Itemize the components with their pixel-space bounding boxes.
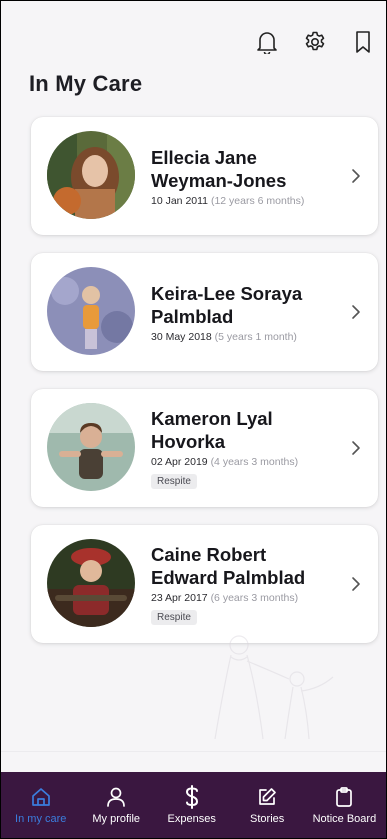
child-age: (6 years 3 months) xyxy=(210,592,299,604)
child-dob-line: 10 Jan 2011 (12 years 6 months) xyxy=(151,195,338,207)
child-card[interactable]: Ellecia Jane Weyman-Jones 10 Jan 2011 (1… xyxy=(31,117,378,235)
child-card[interactable]: Caine Robert Edward Palmblad 23 Apr 2017… xyxy=(31,525,378,643)
child-dob-line: 02 Apr 2019 (4 years 3 months) xyxy=(151,456,338,468)
child-avatar xyxy=(47,131,135,219)
home-icon xyxy=(29,785,53,809)
child-dob: 02 Apr 2019 xyxy=(151,456,208,468)
chevron-right-icon xyxy=(352,305,360,319)
gear-icon[interactable] xyxy=(302,28,328,56)
child-dob-line: 30 May 2018 (5 years 1 month) xyxy=(151,331,338,343)
child-age: (12 years 6 months) xyxy=(210,194,305,207)
header-actions xyxy=(254,28,376,56)
clipboard-icon xyxy=(332,785,356,809)
child-name: Caine Robert Edward Palmblad xyxy=(151,544,306,588)
app-screen: In My Care Ellecia Jane Weyman-Jones 10 … xyxy=(0,0,387,839)
child-dob-line: 23 Apr 2017 (6 years 3 months) xyxy=(151,592,338,604)
nav-label: Expenses xyxy=(167,813,216,825)
child-info: Keira-Lee Soraya Palmblad 30 May 2018 (5… xyxy=(151,253,338,371)
child-avatar xyxy=(47,267,135,355)
child-dob: 23 Apr 2017 xyxy=(151,592,208,604)
child-dob: 10 Jan 2011 xyxy=(151,194,209,207)
nav-expenses[interactable]: Expenses xyxy=(162,785,222,825)
chevron-right-icon xyxy=(352,441,360,455)
nav-label: In my care xyxy=(15,813,67,825)
child-age: (4 years 3 months) xyxy=(210,456,299,468)
child-avatar xyxy=(47,403,135,491)
child-age: (5 years 1 month) xyxy=(214,330,297,343)
child-name: Ellecia Jane Weyman-Jones xyxy=(151,146,287,191)
child-name: Keira-Lee Soraya Palmblad xyxy=(151,282,303,327)
child-dob: 30 May 2018 xyxy=(151,330,212,343)
child-info: Kameron Lyal Hovorka 02 Apr 2019 (4 year… xyxy=(151,389,338,507)
bell-icon[interactable] xyxy=(254,28,280,56)
nav-notice-board[interactable]: Notice Board xyxy=(312,785,377,825)
child-info: Caine Robert Edward Palmblad 23 Apr 2017… xyxy=(151,525,338,643)
edit-icon xyxy=(255,785,279,809)
child-info: Ellecia Jane Weyman-Jones 10 Jan 2011 (1… xyxy=(151,117,338,235)
respite-badge: Respite xyxy=(151,610,197,625)
child-card[interactable]: Keira-Lee Soraya Palmblad 30 May 2018 (5… xyxy=(31,253,378,371)
dollar-icon xyxy=(180,785,204,809)
child-avatar xyxy=(47,539,135,627)
nav-label: My profile xyxy=(92,813,141,825)
child-card[interactable]: Kameron Lyal Hovorka 02 Apr 2019 (4 year… xyxy=(31,389,378,507)
family-illustration xyxy=(214,635,334,740)
page-title: In My Care xyxy=(29,71,143,96)
nav-stories[interactable]: Stories xyxy=(237,785,297,825)
respite-badge: Respite xyxy=(151,474,197,489)
person-icon xyxy=(104,785,128,809)
nav-my-profile[interactable]: My profile xyxy=(86,785,146,825)
bookmark-icon[interactable] xyxy=(350,28,376,56)
nav-label: Notice Board xyxy=(312,813,377,825)
bottom-nav: In my care My profile Expenses Stories N… xyxy=(1,772,386,838)
chevron-right-icon xyxy=(352,577,360,591)
nav-in-my-care[interactable]: In my care xyxy=(11,785,71,825)
chevron-right-icon xyxy=(352,169,360,183)
divider xyxy=(1,751,386,752)
child-name: Kameron Lyal Hovorka xyxy=(151,408,273,452)
nav-label: Stories xyxy=(250,813,285,825)
